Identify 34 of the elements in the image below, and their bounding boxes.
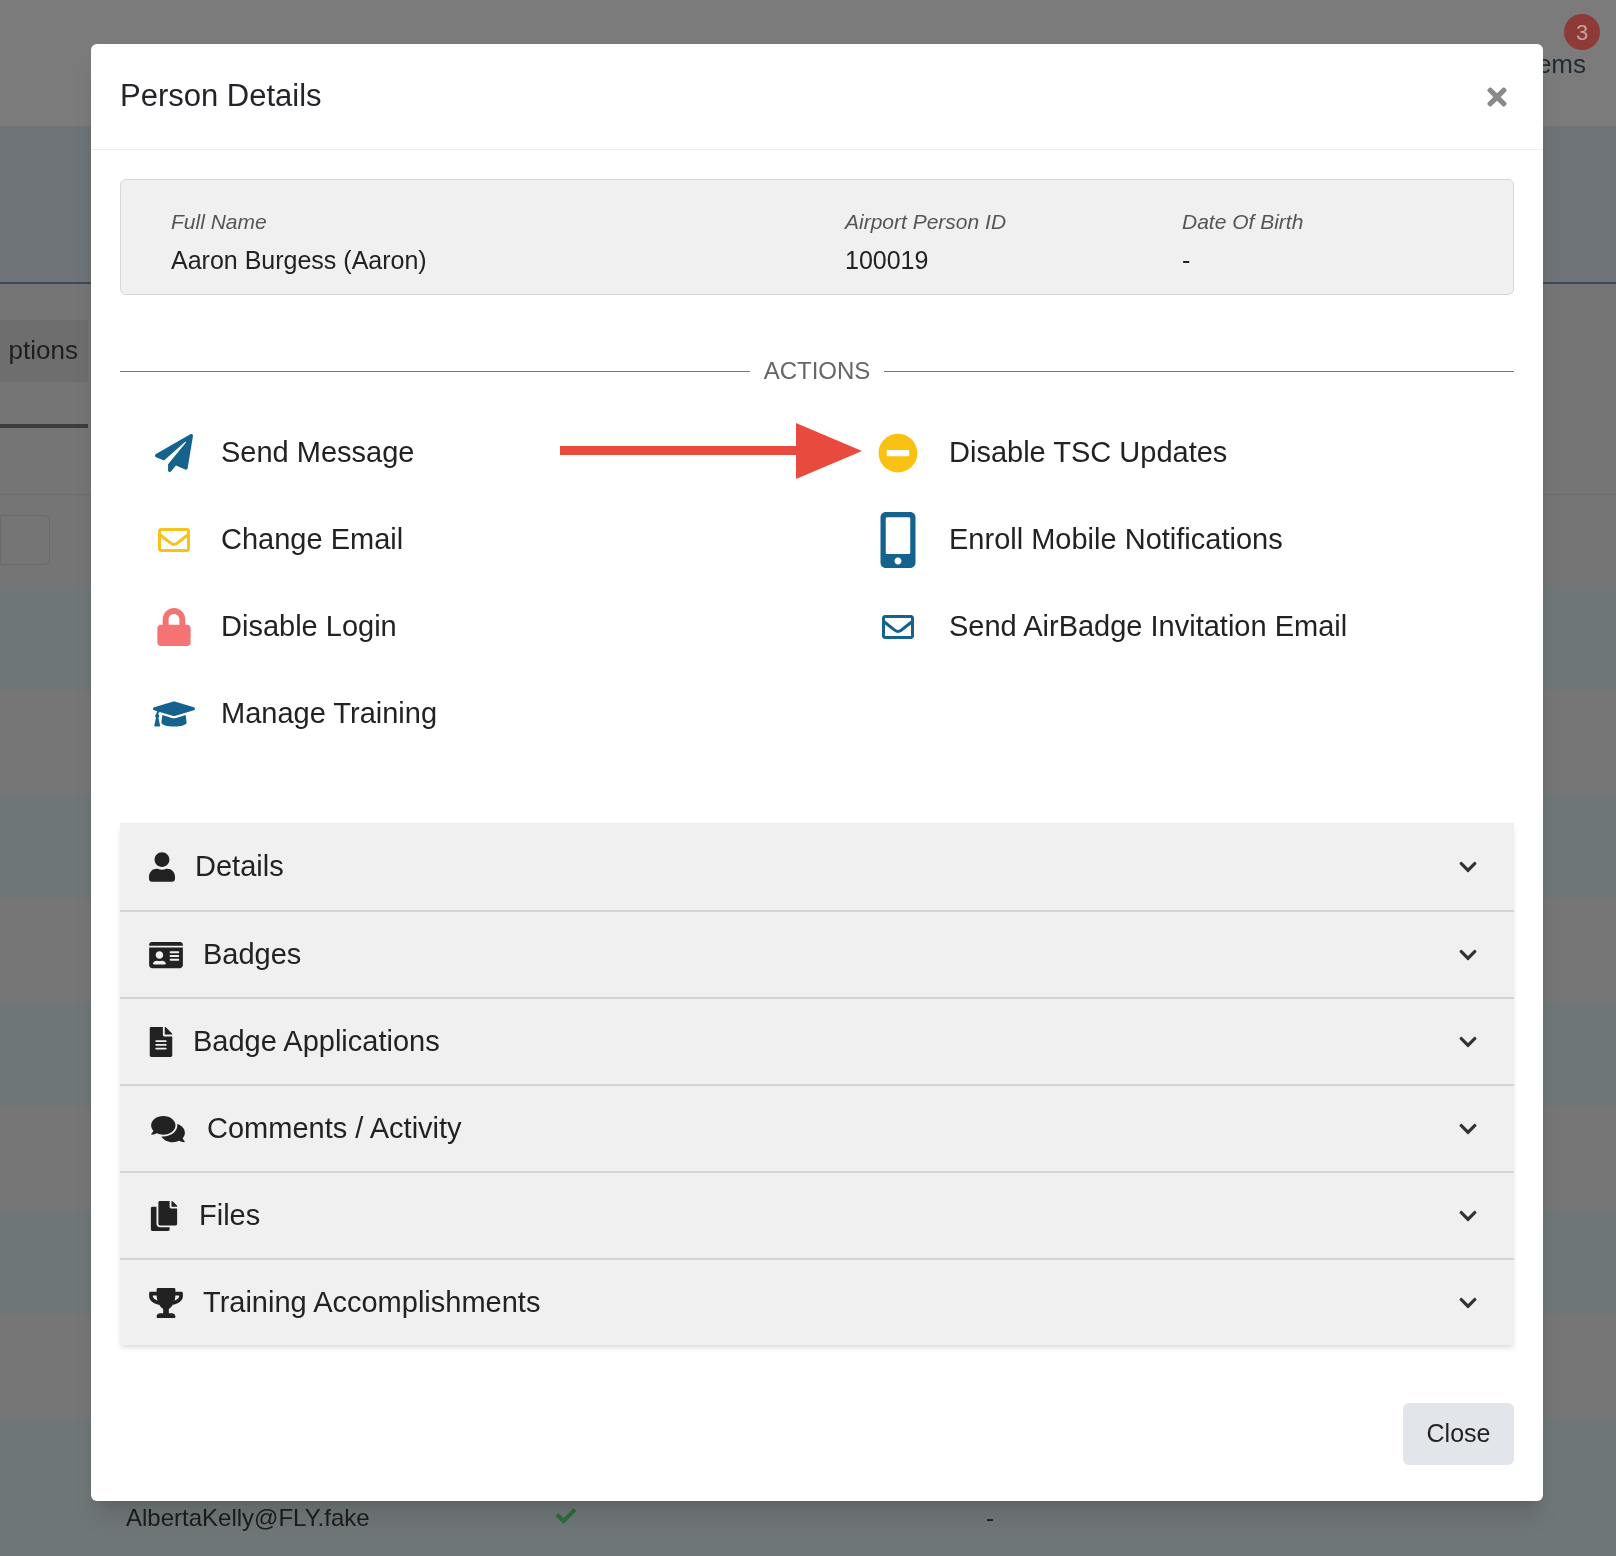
- trophy-icon: [149, 1287, 183, 1318]
- action-link[interactable]: Send AirBadge Invitation Email: [949, 604, 1348, 649]
- action-link[interactable]: Send Message: [221, 430, 415, 475]
- field-label: Full Name: [171, 209, 268, 235]
- accordion-header[interactable]: Files: [120, 1171, 1514, 1258]
- field-label: Airport Person ID: [845, 209, 1008, 235]
- dialog-title: Person Details: [120, 77, 322, 116]
- accordion-header[interactable]: Comments / Activity: [120, 1084, 1514, 1171]
- person-icon: [149, 851, 175, 882]
- paper-plane-icon: [154, 433, 194, 472]
- actions-heading: ACTIONS: [763, 356, 871, 386]
- action-link[interactable]: Manage Training: [221, 691, 438, 736]
- action-link[interactable]: Disable Login: [221, 604, 397, 649]
- speech-bubbles-icon: [149, 1113, 187, 1144]
- action-link[interactable]: Change Email: [221, 517, 404, 562]
- lock-icon: [157, 607, 191, 646]
- accordion-header[interactable]: Training Accomplishments: [120, 1258, 1514, 1345]
- phone-icon: [878, 511, 918, 568]
- field-value: -: [1182, 244, 1192, 276]
- action-link[interactable]: Disable TSC Updates: [949, 430, 1228, 475]
- accordion-header[interactable]: Badge Applications: [120, 997, 1514, 1084]
- accordion-header[interactable]: Details: [120, 823, 1514, 910]
- close-button[interactable]: Close: [1403, 1403, 1514, 1465]
- accordion-header[interactable]: Badges: [120, 910, 1514, 997]
- id-card-icon: [149, 939, 183, 970]
- document-icon: [149, 1026, 173, 1057]
- field-label: Date Of Birth: [1182, 209, 1305, 235]
- email-text: AlbertaKelly@FLY.fake: [126, 1503, 371, 1534]
- copy-icon: [149, 1200, 179, 1231]
- field-value: Aaron Burgess (Aaron): [171, 244, 428, 276]
- field-value: 100019: [845, 244, 930, 276]
- row-value: -: [986, 1503, 994, 1534]
- action-link[interactable]: Enroll Mobile Notifications: [949, 517, 1283, 562]
- notification-count: 3: [1564, 14, 1600, 50]
